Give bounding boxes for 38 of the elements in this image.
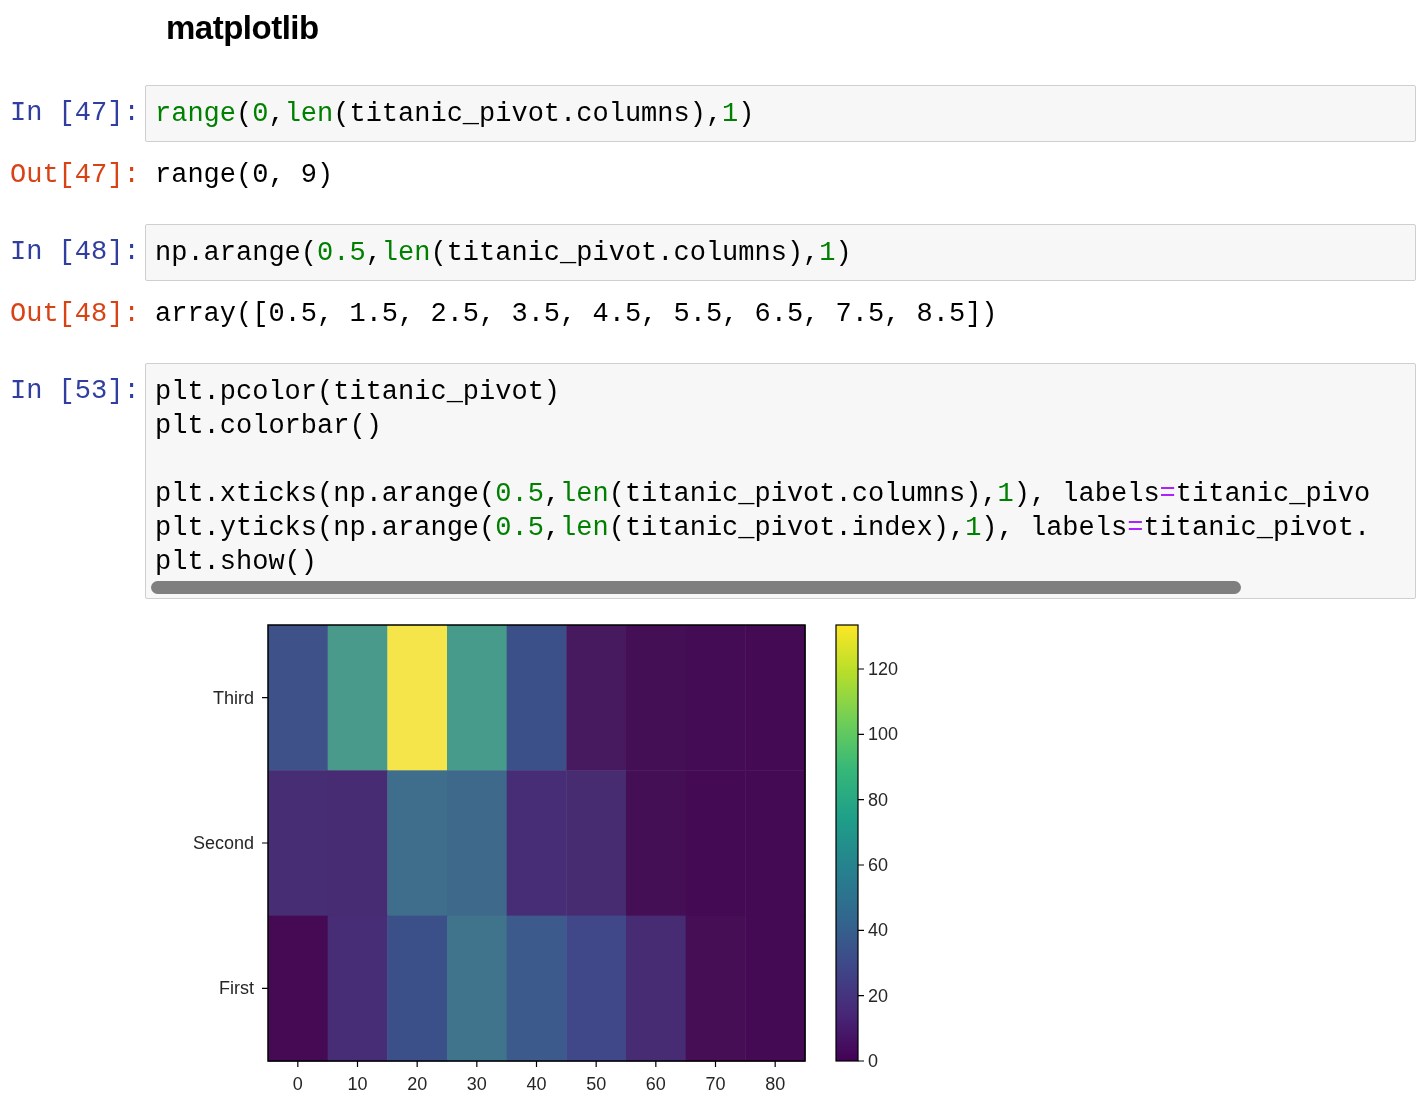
- code-line: plt.pcolor(titanic_pivot): [155, 376, 562, 409]
- output-prompt: Out[47]:: [9, 159, 141, 192]
- y-tick-label: Second: [192, 833, 254, 853]
- x-tick-label: 10: [347, 1074, 368, 1094]
- x-tick-label: 50: [586, 1074, 607, 1094]
- x-tick-label: 40: [526, 1074, 547, 1094]
- colorbar-tick-label: 60: [868, 855, 889, 875]
- section-heading: matplotlib: [166, 8, 320, 48]
- code-line: range(0,len(titanic_pivot.columns),1): [155, 98, 756, 131]
- y-tick-label: First: [219, 978, 254, 999]
- code-line: plt.yticks(np.arange(0.5,len(titanic_pivot.index),1), labels=titanic_pivot.: [155, 512, 1372, 545]
- output-text: array([0.5, 1.5, 2.5, 3.5, 4.5, 5.5, 6.5, 7.5, 8.5]): [154, 298, 998, 331]
- output-text: range(0, 9): [154, 159, 334, 192]
- code-line: plt.colorbar(): [155, 410, 383, 443]
- colorbar-tick-label: 40: [868, 920, 889, 941]
- output-prompt: Out[48]:: [9, 298, 141, 331]
- x-tick-label: 70: [705, 1074, 726, 1094]
- horizontal-scrollbar[interactable]: [151, 581, 1241, 594]
- code-cell[interactable]: [145, 363, 1416, 599]
- code-line: np.arange(0.5,len(titanic_pivot.columns),1): [155, 237, 853, 270]
- colorbar-tick-label: 100: [868, 724, 899, 745]
- y-tick-label: Third: [213, 687, 254, 708]
- code-line: plt.xticks(np.arange(0.5,len(titanic_pivot.columns),1), labels=titanic_pivo: [155, 478, 1372, 511]
- colorbar-tick-label: 80: [868, 789, 889, 810]
- colorbar-tick-label: 20: [868, 985, 889, 1006]
- colorbar-tick-label: 120: [868, 659, 899, 679]
- code-line: plt.show(): [155, 546, 319, 579]
- x-tick-label: 20: [407, 1074, 428, 1094]
- colorbar-tick-label: 0: [868, 1051, 878, 1071]
- input-prompt: In [47]:: [9, 97, 141, 130]
- code-cell[interactable]: np.arange(0.5,len(titanic_pivot.columns),1): [145, 224, 1416, 281]
- x-tick-label: 60: [645, 1074, 666, 1094]
- x-tick-label: 80: [765, 1074, 786, 1094]
- x-tick-label: 30: [466, 1074, 487, 1094]
- x-tick-label: 0: [292, 1074, 303, 1094]
- input-prompt: In [48]:: [9, 236, 141, 269]
- code-cell[interactable]: range(0,len(titanic_pivot.columns),1): [145, 85, 1416, 142]
- input-prompt: In [53]:: [9, 375, 141, 408]
